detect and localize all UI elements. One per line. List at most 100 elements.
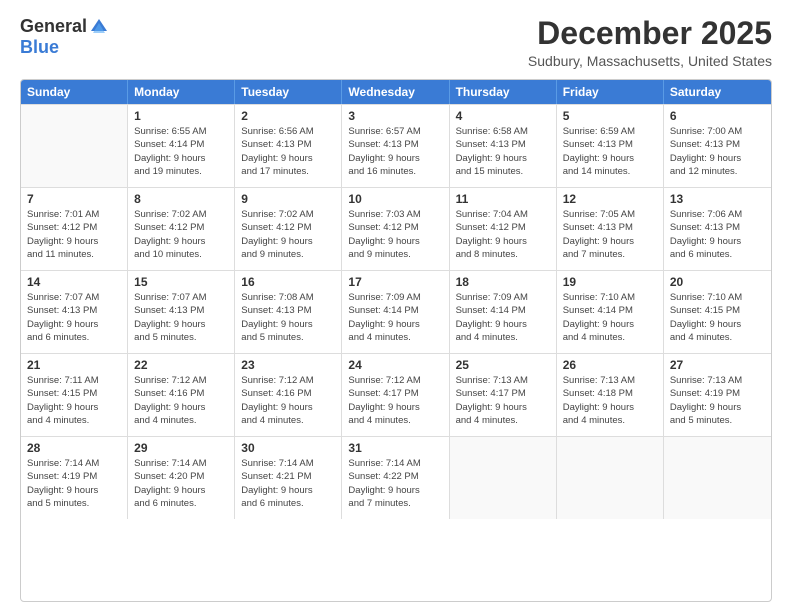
calendar-cell: 10 Sunrise: 7:03 AMSunset: 4:12 PMDayligh…: [342, 188, 449, 270]
calendar-cell: 21 Sunrise: 7:11 AMSunset: 4:15 PMDayligh…: [21, 354, 128, 436]
calendar-body: 1Sunrise: 6:55 AMSunset: 4:14 PMDaylight…: [21, 104, 771, 519]
cell-info: Sunrise: 6:58 AMSunset: 4:13 PMDaylight:…: [456, 125, 550, 178]
cell-info: Sunrise: 7:07 AMSunset: 4:13 PMDaylight:…: [134, 291, 228, 344]
day-number: 13: [670, 192, 765, 206]
calendar-cell: 12 Sunrise: 7:05 AMSunset: 4:13 PMDayligh…: [557, 188, 664, 270]
day-number: 27: [670, 358, 765, 372]
calendar-cell: 26 Sunrise: 7:13 AMSunset: 4:18 PMDayligh…: [557, 354, 664, 436]
calendar-cell: 4 Sunrise: 6:58 AMSunset: 4:13 PMDaylight…: [450, 105, 557, 187]
cell-info: Sunrise: 7:13 AMSunset: 4:18 PMDaylight:…: [563, 374, 657, 427]
day-number: 7: [27, 192, 121, 206]
calendar-cell: 2Sunrise: 6:56 AMSunset: 4:13 PMDaylight…: [235, 105, 342, 187]
logo-general-text: General: [20, 16, 87, 37]
header: General Blue December 2025 Sudbury, Mass…: [20, 16, 772, 69]
day-number: 12: [563, 192, 657, 206]
calendar-header: SundayMondayTuesdayWednesdayThursdayFrid…: [21, 80, 771, 104]
calendar-cell: 6Sunrise: 7:00 AMSunset: 4:13 PMDaylight…: [664, 105, 771, 187]
day-number: 10: [348, 192, 442, 206]
day-number: 31: [348, 441, 442, 455]
calendar-cell: 3 Sunrise: 6:57 AMSunset: 4:13 PMDaylight…: [342, 105, 449, 187]
calendar-cell: [450, 437, 557, 519]
page-container: General Blue December 2025 Sudbury, Mass…: [0, 0, 792, 612]
day-number: 8: [134, 192, 228, 206]
cell-info: Sunrise: 7:02 AMSunset: 4:12 PMDaylight:…: [241, 208, 335, 261]
calendar-cell: 11 Sunrise: 7:04 AMSunset: 4:12 PMDayligh…: [450, 188, 557, 270]
day-number: 26: [563, 358, 657, 372]
day-number: 25: [456, 358, 550, 372]
calendar-cell: 23 Sunrise: 7:12 AMSunset: 4:16 PMDayligh…: [235, 354, 342, 436]
cell-info: Sunrise: 7:14 AMSunset: 4:19 PMDaylight:…: [27, 457, 121, 510]
calendar-cell: 29Sunrise: 7:14 AMSunset: 4:20 PMDayligh…: [128, 437, 235, 519]
cell-info: Sunrise: 6:59 AMSunset: 4:13 PMDaylight:…: [563, 125, 657, 178]
calendar-cell: 15 Sunrise: 7:07 AMSunset: 4:13 PMDayligh…: [128, 271, 235, 353]
day-number: 20: [670, 275, 765, 289]
calendar-cell: 8Sunrise: 7:02 AMSunset: 4:12 PMDaylight…: [128, 188, 235, 270]
calendar-cell: 18Sunrise: 7:09 AMSunset: 4:14 PMDayligh…: [450, 271, 557, 353]
cell-info: Sunrise: 6:57 AMSunset: 4:13 PMDaylight:…: [348, 125, 442, 178]
day-number: 15: [134, 275, 228, 289]
cell-info: Sunrise: 7:13 AMSunset: 4:19 PMDaylight:…: [670, 374, 765, 427]
cell-info: Sunrise: 7:09 AMSunset: 4:14 PMDaylight:…: [348, 291, 442, 344]
day-number: 21: [27, 358, 121, 372]
cell-info: Sunrise: 7:14 AMSunset: 4:22 PMDaylight:…: [348, 457, 442, 510]
calendar-header-cell: Monday: [128, 80, 235, 104]
cell-info: Sunrise: 7:00 AMSunset: 4:13 PMDaylight:…: [670, 125, 765, 178]
day-number: 1: [134, 109, 228, 123]
cell-info: Sunrise: 7:05 AMSunset: 4:13 PMDaylight:…: [563, 208, 657, 261]
calendar: SundayMondayTuesdayWednesdayThursdayFrid…: [20, 79, 772, 602]
day-number: 14: [27, 275, 121, 289]
calendar-row: 7Sunrise: 7:01 AMSunset: 4:12 PMDaylight…: [21, 187, 771, 270]
calendar-row: 21 Sunrise: 7:11 AMSunset: 4:15 PMDayligh…: [21, 353, 771, 436]
cell-info: Sunrise: 7:10 AMSunset: 4:15 PMDaylight:…: [670, 291, 765, 344]
calendar-cell: 7Sunrise: 7:01 AMSunset: 4:12 PMDaylight…: [21, 188, 128, 270]
cell-info: Sunrise: 7:12 AMSunset: 4:17 PMDaylight:…: [348, 374, 442, 427]
calendar-header-cell: Thursday: [450, 80, 557, 104]
day-number: 4: [456, 109, 550, 123]
cell-info: Sunrise: 7:06 AMSunset: 4:13 PMDaylight:…: [670, 208, 765, 261]
calendar-cell: 28Sunrise: 7:14 AMSunset: 4:19 PMDayligh…: [21, 437, 128, 519]
calendar-header-cell: Friday: [557, 80, 664, 104]
calendar-cell: 9Sunrise: 7:02 AMSunset: 4:12 PMDaylight…: [235, 188, 342, 270]
calendar-cell: 19 Sunrise: 7:10 AMSunset: 4:14 PMDayligh…: [557, 271, 664, 353]
title-block: December 2025 Sudbury, Massachusetts, Un…: [528, 16, 772, 69]
calendar-cell: [664, 437, 771, 519]
calendar-row: 1Sunrise: 6:55 AMSunset: 4:14 PMDaylight…: [21, 104, 771, 187]
calendar-cell: 5Sunrise: 6:59 AMSunset: 4:13 PMDaylight…: [557, 105, 664, 187]
day-number: 11: [456, 192, 550, 206]
cell-info: Sunrise: 7:10 AMSunset: 4:14 PMDaylight:…: [563, 291, 657, 344]
calendar-cell: 30 Sunrise: 7:14 AMSunset: 4:21 PMDayligh…: [235, 437, 342, 519]
day-number: 16: [241, 275, 335, 289]
calendar-cell: 13 Sunrise: 7:06 AMSunset: 4:13 PMDayligh…: [664, 188, 771, 270]
calendar-row: 28Sunrise: 7:14 AMSunset: 4:19 PMDayligh…: [21, 436, 771, 519]
logo-icon: [89, 17, 109, 37]
calendar-cell: 31 Sunrise: 7:14 AMSunset: 4:22 PMDayligh…: [342, 437, 449, 519]
calendar-header-cell: Wednesday: [342, 80, 449, 104]
cell-info: Sunrise: 7:04 AMSunset: 4:12 PMDaylight:…: [456, 208, 550, 261]
calendar-cell: [21, 105, 128, 187]
logo: General Blue: [20, 16, 109, 58]
calendar-cell: 1Sunrise: 6:55 AMSunset: 4:14 PMDaylight…: [128, 105, 235, 187]
day-number: 19: [563, 275, 657, 289]
cell-info: Sunrise: 7:14 AMSunset: 4:21 PMDaylight:…: [241, 457, 335, 510]
cell-info: Sunrise: 7:08 AMSunset: 4:13 PMDaylight:…: [241, 291, 335, 344]
calendar-cell: 17 Sunrise: 7:09 AMSunset: 4:14 PMDayligh…: [342, 271, 449, 353]
cell-info: Sunrise: 7:14 AMSunset: 4:20 PMDaylight:…: [134, 457, 228, 510]
cell-info: Sunrise: 7:09 AMSunset: 4:14 PMDaylight:…: [456, 291, 550, 344]
location-text: Sudbury, Massachusetts, United States: [528, 53, 772, 69]
cell-info: Sunrise: 7:11 AMSunset: 4:15 PMDaylight:…: [27, 374, 121, 427]
cell-info: Sunrise: 7:12 AMSunset: 4:16 PMDaylight:…: [134, 374, 228, 427]
day-number: 30: [241, 441, 335, 455]
calendar-cell: 24Sunrise: 7:12 AMSunset: 4:17 PMDayligh…: [342, 354, 449, 436]
cell-info: Sunrise: 7:03 AMSunset: 4:12 PMDaylight:…: [348, 208, 442, 261]
calendar-header-cell: Saturday: [664, 80, 771, 104]
cell-info: Sunrise: 7:13 AMSunset: 4:17 PMDaylight:…: [456, 374, 550, 427]
day-number: 17: [348, 275, 442, 289]
cell-info: Sunrise: 7:07 AMSunset: 4:13 PMDaylight:…: [27, 291, 121, 344]
calendar-cell: [557, 437, 664, 519]
calendar-cell: 27 Sunrise: 7:13 AMSunset: 4:19 PMDayligh…: [664, 354, 771, 436]
calendar-row: 14 Sunrise: 7:07 AMSunset: 4:13 PMDayligh…: [21, 270, 771, 353]
calendar-header-cell: Tuesday: [235, 80, 342, 104]
day-number: 3: [348, 109, 442, 123]
cell-info: Sunrise: 7:12 AMSunset: 4:16 PMDaylight:…: [241, 374, 335, 427]
day-number: 23: [241, 358, 335, 372]
